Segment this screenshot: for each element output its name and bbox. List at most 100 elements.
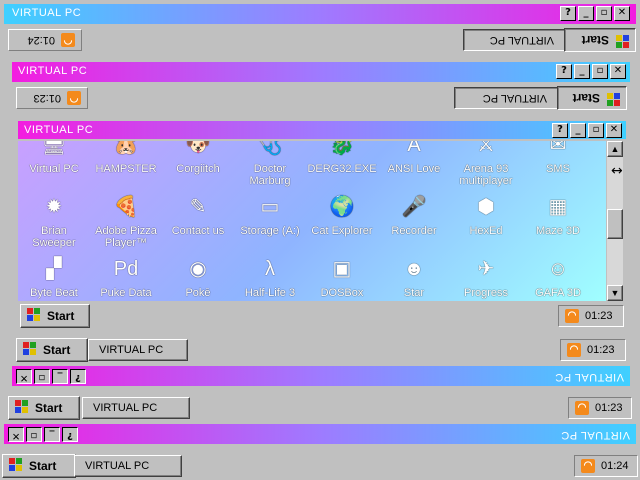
computer-icon: 🖥 [41,141,67,156]
desktop-icon[interactable]: ✉ SMS [522,141,594,175]
restore-button[interactable]: ▫ [588,123,604,138]
desktop-area: 🖥 Virtual PC 🐹 HAMPSTER 🐶 Corgiitch 🩺 Doctor Ma… [18,141,606,301]
restore-button[interactable]: ▫ [26,427,42,442]
pokeball-icon: ◉ [189,258,207,280]
start-button[interactable]: Start [557,86,627,110]
desktop-icon[interactable]: 🍕 Adobe Pizza Player™ [90,191,162,249]
ansi-icon: A [407,141,421,156]
desktop-icon[interactable]: ☺ GAFA 3D [522,253,594,299]
flipped-title-bar-1: VIRTUAL PC ? _ ▫ ✕ [4,424,636,444]
desktop-icon[interactable]: 🖥 Virtual PC [18,141,90,175]
desktop-icon[interactable]: ▦ Maze 3D [522,191,594,237]
minimize-button[interactable]: _ [570,123,586,138]
desktop-icon[interactable]: 🐹 HAMPSTER [90,141,162,175]
help-button[interactable]: ? [556,64,572,79]
task-button[interactable]: VIRTUAL PC [454,87,558,109]
hamster-icon: 🐹 [113,141,139,156]
clock: 01:23 [587,344,615,356]
pizza-icon: 🍕 [113,196,139,218]
close-button[interactable]: ✕ [610,64,626,79]
inner-taskbar: Start ◠ 01:23 [18,303,626,331]
help-button[interactable]: ? [62,427,78,442]
desktop-icon[interactable]: 🐉 DERG32.EXE [306,141,378,175]
desktop-icon-label: ANSI Love [387,163,441,175]
restore-button[interactable]: ▫ [592,64,608,79]
desktop-icon-label: Adobe Pizza Player™ [95,225,157,249]
tray-clock: ◠ 01:23 [560,339,626,361]
help-button[interactable]: ? [552,123,568,138]
clock: 01:23 [585,310,613,322]
dragon-exe-icon: 🐉 [329,141,355,156]
desktop-icon[interactable]: ✈ Progress [450,253,522,299]
desktop-icon[interactable]: Pd Puke Data [90,253,162,299]
start-button[interactable]: Start [564,28,636,52]
scroll-up-button[interactable]: ▲ [607,141,623,157]
start-label: Start [581,33,609,47]
minimize-button[interactable]: _ [574,64,590,79]
help-button[interactable]: ? [70,369,86,384]
restore-button[interactable]: ▫ [34,369,50,384]
desktop-icon[interactable]: ▣ DOSBox [306,253,378,299]
desktop-icon[interactable]: 🎤 Recorder [378,191,450,237]
window-title: VIRTUAL PC [18,65,88,77]
clock: 01:23 [33,92,61,104]
desktop-icon[interactable]: ✹ Brian Sweeper [18,191,90,249]
desktop-icon[interactable]: ☻ Star [378,253,450,299]
desktop-icon[interactable]: ◉ Pokē [162,253,234,299]
desktop-icon-label: Contact us [171,225,225,237]
resize-cursor-icon: ↔ [611,163,623,179]
desktop-icon[interactable]: A ANSI Love [378,141,450,175]
desktop-icon-label: Corgiitch [176,163,220,175]
windows-logo-icon [613,32,629,48]
close-button[interactable]: ✕ [614,6,630,21]
windows-logo-icon [604,90,620,106]
close-button[interactable]: ✕ [8,427,24,442]
minimize-button[interactable]: _ [52,369,68,384]
windows-logo-icon [23,342,39,358]
task-label: VIRTUAL PC [85,460,150,472]
desktop-icon-label: Half-Life 3 [244,287,296,299]
help-button[interactable]: ? [560,6,576,21]
desktop-icon[interactable]: ⚔ Arena 93 multiplayer [450,141,522,187]
desktop-icon-label: GAFA 3D [535,287,581,299]
task-button[interactable]: VIRTUAL PC [463,29,565,51]
rss-icon: ◠ [67,91,81,105]
rss-icon: ◠ [61,33,75,47]
desktop-icon[interactable]: 🌍 Cat Explorer [306,191,378,237]
progress-icon: ✈ [477,258,495,280]
desktop-icon[interactable]: λ Half-Life 3 [234,253,306,299]
restore-button[interactable]: ▫ [596,6,612,21]
desktop-icon[interactable]: 🐶 Corgiitch [162,141,234,175]
desktop-icon[interactable]: ✎ Contact us [162,191,234,237]
close-button[interactable]: ✕ [606,123,622,138]
desktop-icon-label: Cat Explorer [311,225,373,237]
start-label: Start [47,309,75,323]
window-title: VIRTUAL PC [24,124,94,136]
desktop-icon-label: Star [403,287,425,299]
task-button[interactable]: VIRTUAL PC [82,397,190,419]
hex-icon: ⬢ [477,196,495,218]
close-button[interactable]: ✕ [16,369,32,384]
task-button[interactable]: VIRTUAL PC [88,339,188,361]
scroll-thumb[interactable] [607,209,623,239]
globe-icon: 🌍 [329,196,355,218]
scroll-down-button[interactable]: ▼ [607,285,623,301]
window-title: VIRTUAL PC [560,429,630,441]
task-label: VIRTUAL PC [489,34,554,46]
windows-logo-icon [15,400,31,416]
rss-icon: ◠ [581,459,595,473]
start-button[interactable]: Start [20,304,90,328]
task-button[interactable]: VIRTUAL PC [74,455,182,477]
rss-icon: ◠ [565,309,579,323]
title-bar-2: VIRTUAL PC ? _ ▫ ✕ [12,62,630,82]
start-button[interactable]: Start [16,338,88,362]
desktop-icon[interactable]: ⬢ HexEd [450,191,522,237]
start-button[interactable]: Start [8,396,80,420]
desktop-icon[interactable]: ▭ Storage (A:) [234,191,306,237]
desktop-icon[interactable]: 🩺 Doctor Marburg [234,141,306,187]
minimize-button[interactable]: _ [44,427,60,442]
minimize-button[interactable]: _ [578,6,594,21]
start-button[interactable]: Start [2,454,76,478]
start-label: Start [572,91,600,105]
desktop-icon[interactable]: ▞ Byte Beat [18,253,90,299]
